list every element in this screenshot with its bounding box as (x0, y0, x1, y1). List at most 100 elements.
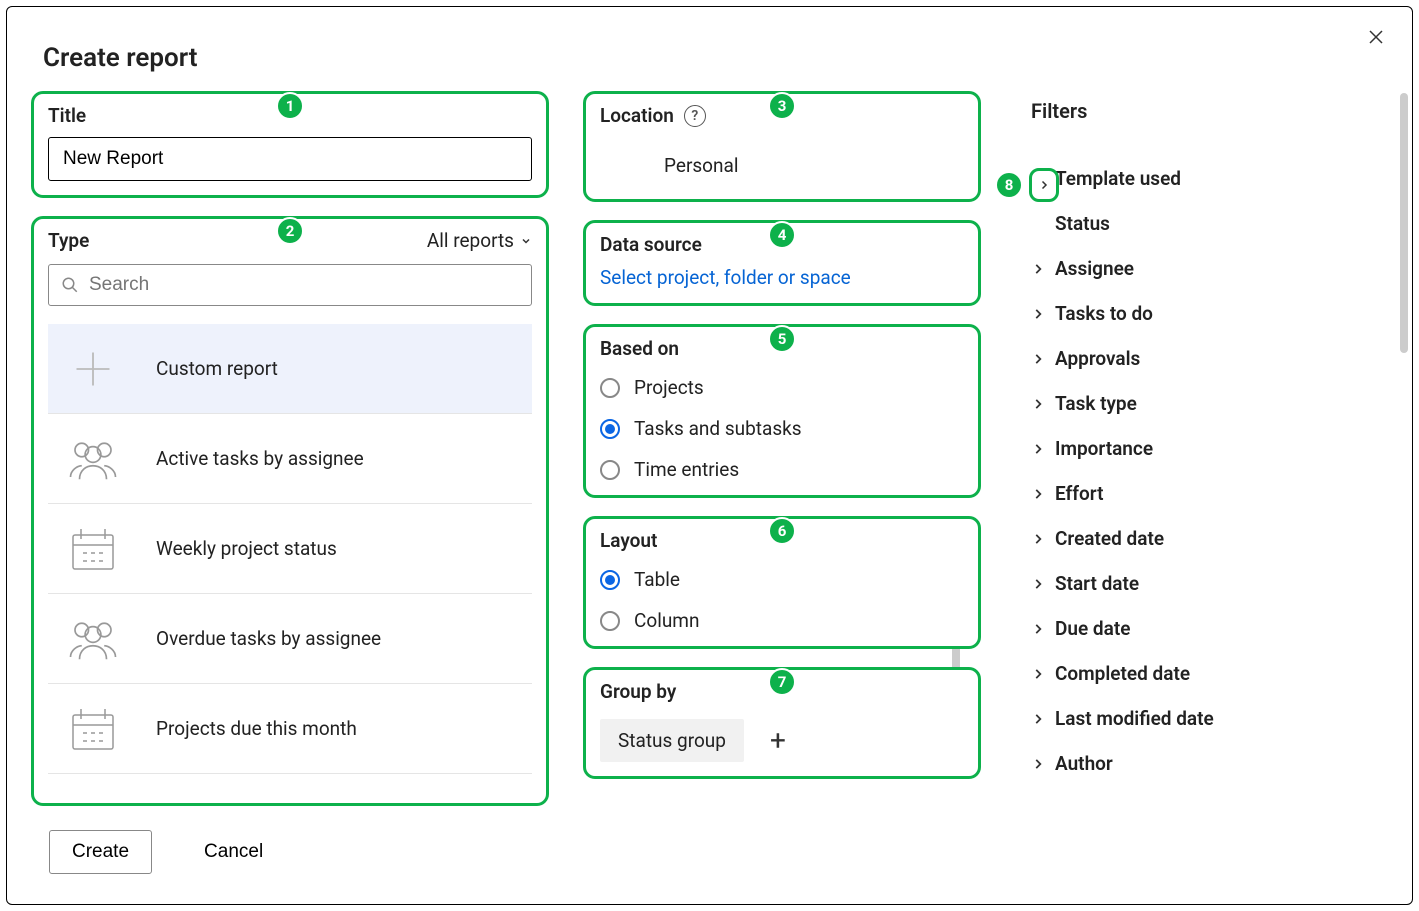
location-value: Personal (664, 154, 738, 177)
template-list: Custom report Active tasks by assignee W… (48, 324, 532, 774)
dialog-header: Create report (7, 7, 1412, 91)
filter-label: Tasks to do (1055, 302, 1153, 325)
radio-icon (600, 419, 620, 439)
filter-due-date[interactable]: Due date (1021, 609, 1394, 648)
chevron-right-icon (1031, 307, 1045, 321)
filter-author[interactable]: Author (1021, 744, 1394, 783)
radio-icon (600, 460, 620, 480)
template-item-label: Projects due this month (156, 717, 357, 740)
home-person-icon (600, 145, 640, 185)
based-on-time[interactable]: Time entries (600, 458, 964, 481)
template-item-label: Weekly project status (156, 537, 337, 560)
template-item-projects-due[interactable]: Projects due this month (48, 684, 532, 774)
annotation-badge-2: 2 (276, 217, 304, 245)
group-by-chip[interactable]: Status group (600, 719, 744, 762)
filter-effort[interactable]: Effort (1021, 474, 1394, 513)
close-button[interactable] (1362, 23, 1390, 51)
based-on-tasks[interactable]: Tasks and subtasks (600, 417, 964, 440)
chevron-right-icon (1031, 757, 1045, 771)
chevron-right-icon (1031, 622, 1045, 636)
filter-approvals[interactable]: Approvals (1021, 339, 1394, 378)
radio-icon (600, 378, 620, 398)
chevron-right-icon (1031, 442, 1045, 456)
filter-created-date[interactable]: Created date (1021, 519, 1394, 558)
chevron-right-icon (1031, 487, 1045, 501)
layout-column[interactable]: Column (600, 609, 964, 632)
radio-label: Time entries (634, 458, 739, 481)
dialog-body: 1 Title 2 Type All reports (7, 91, 1412, 806)
filter-label: Status (1055, 212, 1110, 235)
plus-icon (66, 342, 120, 396)
filter-label: Start date (1055, 572, 1139, 595)
location-value-row[interactable]: Personal (600, 137, 964, 185)
annotation-badge-4: 4 (768, 221, 796, 249)
filter-label: Last modified date (1055, 707, 1214, 730)
filter-importance[interactable]: Importance (1021, 429, 1394, 468)
cancel-button[interactable]: Cancel (182, 831, 285, 873)
layout-panel: 6 Layout Table Column (583, 516, 981, 649)
chevron-right-icon (1031, 397, 1045, 411)
report-title-input[interactable] (48, 137, 532, 181)
filter-label: Importance (1055, 437, 1153, 460)
annotation-chevron-box (1029, 168, 1059, 202)
radio-icon (600, 611, 620, 631)
filter-start-date[interactable]: Start date (1021, 564, 1394, 603)
template-search[interactable] (48, 264, 532, 306)
search-icon (61, 276, 79, 294)
type-filter-dropdown[interactable]: All reports (427, 229, 532, 252)
select-data-source-link[interactable]: Select project, folder or space (600, 266, 964, 289)
filter-label: Created date (1055, 527, 1164, 550)
people-icon (66, 612, 120, 666)
filter-tasks-to-do[interactable]: Tasks to do (1021, 294, 1394, 333)
type-filter-label: All reports (427, 229, 514, 252)
filter-label: Task type (1055, 392, 1137, 415)
close-icon (1367, 28, 1385, 46)
add-group-button[interactable]: + (764, 727, 792, 755)
template-item-weekly-status[interactable]: Weekly project status (48, 504, 532, 594)
template-item-custom[interactable]: Custom report (48, 324, 532, 414)
template-item-overdue[interactable]: Overdue tasks by assignee (48, 594, 532, 684)
radio-label: Column (634, 609, 699, 632)
template-item-label: Active tasks by assignee (156, 447, 364, 470)
filter-billing-type[interactable]: Billing type (1021, 789, 1394, 799)
location-panel: 3 Location ? Personal (583, 91, 981, 202)
type-panel: 2 Type All reports (31, 216, 549, 806)
layout-table[interactable]: Table (600, 568, 964, 591)
filter-label: Assignee (1055, 257, 1134, 280)
template-item-active-tasks[interactable]: Active tasks by assignee (48, 414, 532, 504)
template-search-input[interactable] (89, 274, 519, 296)
filter-completed-date[interactable]: Completed date (1021, 654, 1394, 693)
title-panel: 1 Title (31, 91, 549, 198)
chevron-down-icon (520, 235, 532, 247)
filter-label: Due date (1055, 617, 1130, 640)
filter-status[interactable]: Status (1021, 204, 1394, 243)
filters-column: 8 Filters Template used Status Assignee (1015, 91, 1394, 806)
people-icon (66, 432, 120, 486)
filter-template-used[interactable]: Template used (1021, 159, 1394, 198)
chevron-right-icon (1031, 262, 1045, 276)
scrollbar-thumb[interactable] (1400, 93, 1408, 353)
data-source-panel: 4 Data source Select project, folder or … (583, 220, 981, 306)
chevron-right-icon (1031, 352, 1045, 366)
filter-label: Author (1055, 752, 1113, 775)
annotation-badge-8: 8 (995, 171, 1023, 199)
filter-last-modified[interactable]: Last modified date (1021, 699, 1394, 738)
annotation-badge-1: 1 (276, 92, 304, 120)
filter-label: Template used (1055, 167, 1181, 190)
filters-title: Filters (1021, 99, 1394, 123)
group-by-panel: 7 Group by Status group + (583, 667, 981, 779)
help-icon[interactable]: ? (684, 105, 706, 127)
type-label: Type (48, 229, 89, 252)
radio-label: Table (634, 568, 680, 591)
chevron-right-icon (1031, 532, 1045, 546)
template-item-label: Custom report (156, 357, 278, 380)
filter-label: Effort (1055, 482, 1104, 505)
create-button[interactable]: Create (49, 830, 152, 874)
filter-label: Approvals (1055, 347, 1140, 370)
filter-task-type[interactable]: Task type (1021, 384, 1394, 423)
filter-assignee[interactable]: Assignee (1021, 249, 1394, 288)
dialog-footer: Create Cancel (7, 806, 1412, 904)
template-item-label: Overdue tasks by assignee (156, 627, 381, 650)
radio-label: Tasks and subtasks (634, 417, 802, 440)
based-on-projects[interactable]: Projects (600, 376, 964, 399)
